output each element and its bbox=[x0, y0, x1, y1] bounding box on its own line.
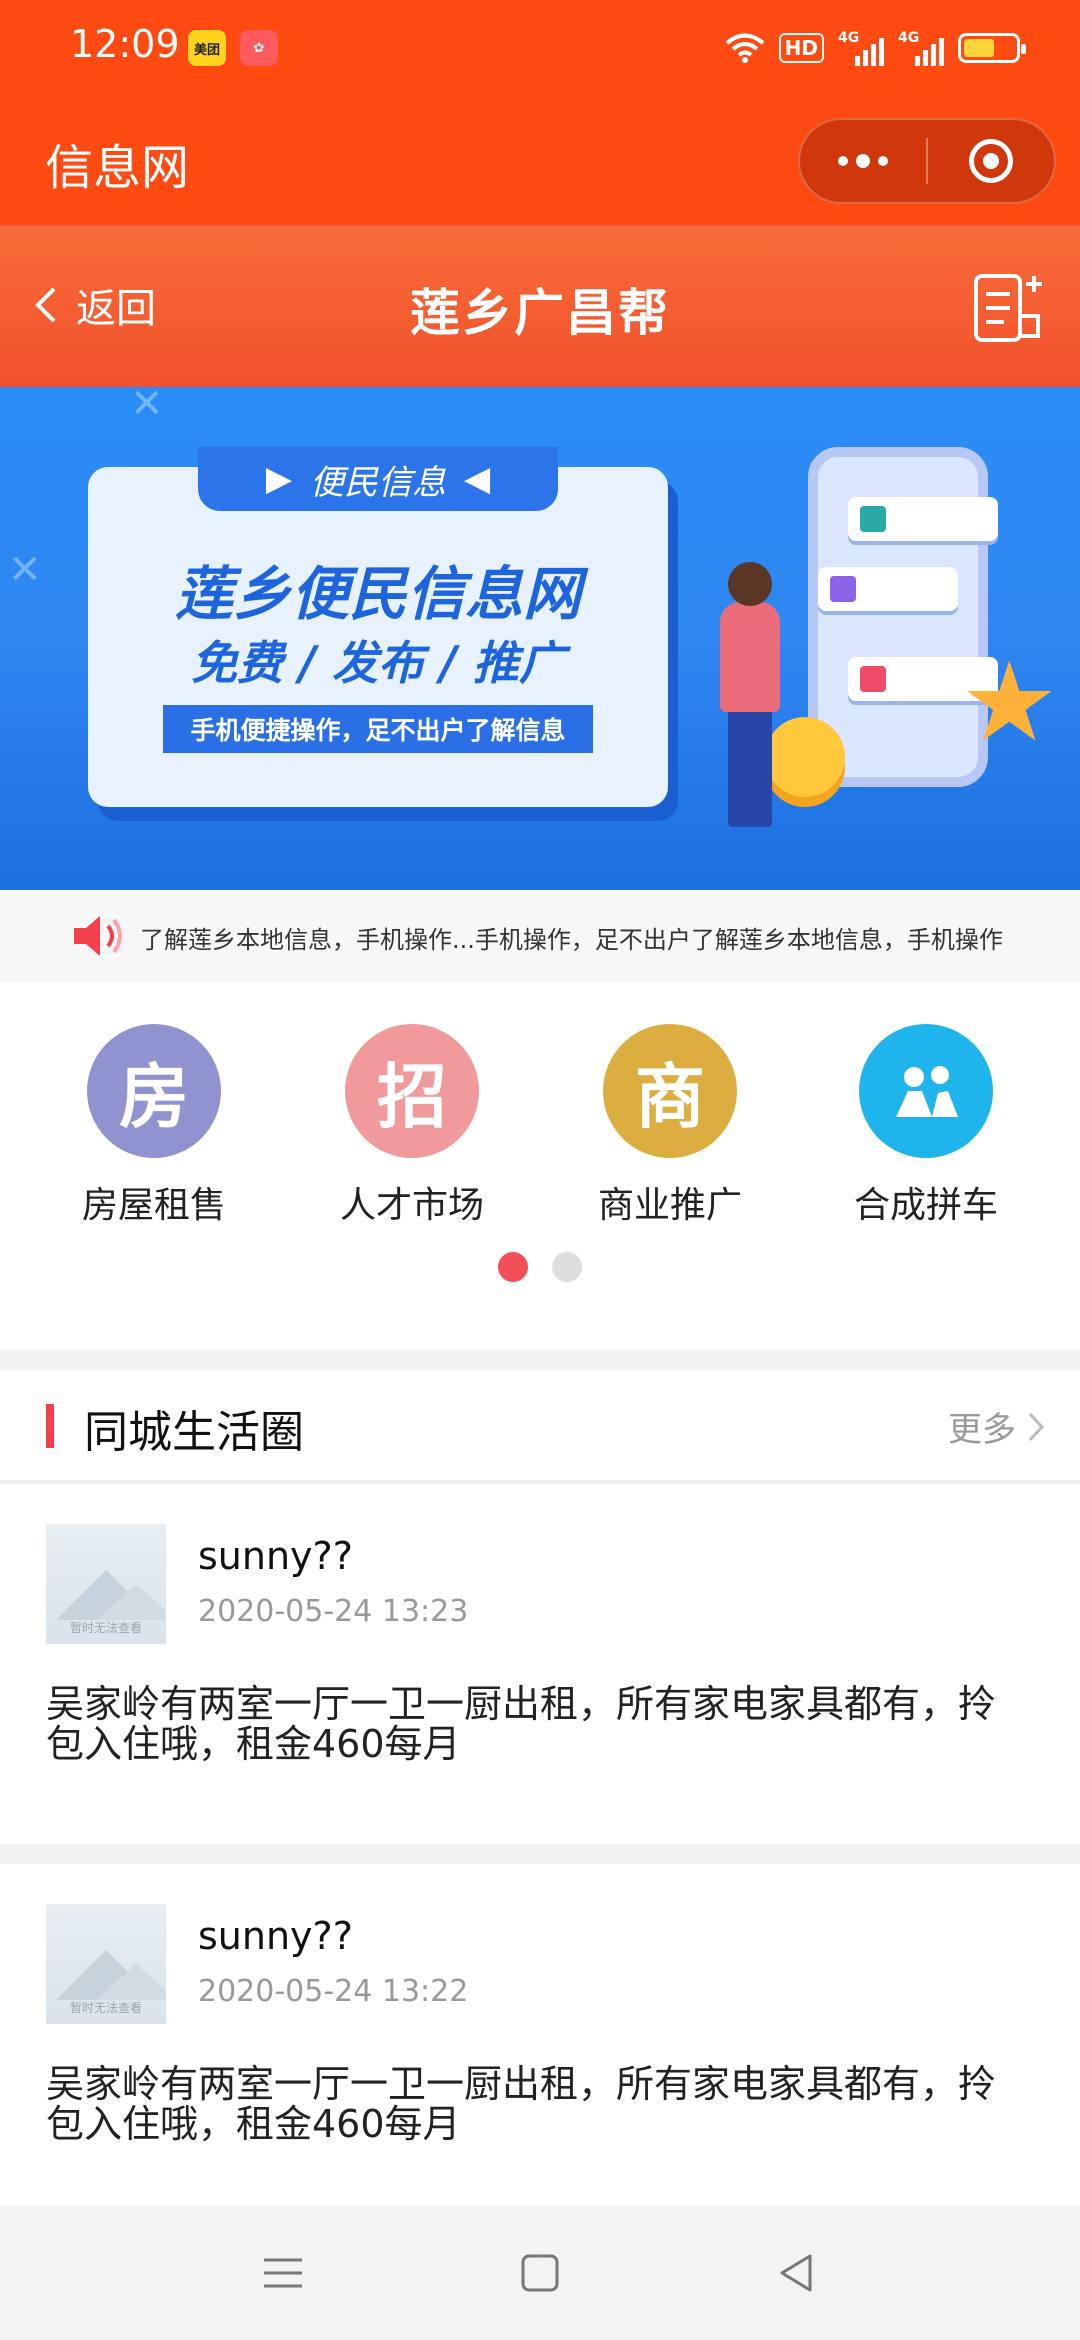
page-dot-active[interactable] bbox=[498, 1252, 528, 1282]
play-left-icon: ◀ bbox=[464, 459, 491, 499]
business-icon: 商 bbox=[603, 1024, 737, 1158]
category-carpool[interactable]: 合成拼车 bbox=[836, 1024, 1016, 1228]
banner[interactable]: ✕ ✕ ▶ 便民信息 ◀ 莲乡便民信息网 免费 / 发布 / 推广 手机便捷操作… bbox=[0, 387, 1080, 890]
post-username: sunny?? bbox=[198, 1534, 353, 1578]
target-icon bbox=[968, 139, 1013, 183]
post-content: 吴家岭有两室一厅一卫一厨出租，所有家电家具都有，拎包入住哦，租金460每月 bbox=[46, 2062, 997, 2146]
category-label: 房屋租售 bbox=[81, 1185, 226, 1226]
recruit-icon: 招 bbox=[345, 1024, 479, 1158]
category-label: 商业推广 bbox=[597, 1185, 742, 1226]
carpool-icon bbox=[859, 1024, 993, 1158]
post-card[interactable]: 暂时无法查看 sunny?? 2020-05-24 13:23 吴家岭有两室一厅… bbox=[0, 1484, 1080, 1844]
page-title: 莲乡广昌帮 bbox=[410, 284, 670, 342]
post-time: 2020-05-24 13:23 bbox=[198, 1594, 469, 1629]
banner-tag-label: 便民信息 bbox=[310, 462, 446, 503]
thumbnail-caption: 暂时无法查看 bbox=[69, 1621, 142, 1635]
banner-headline: 莲乡便民信息网 bbox=[174, 560, 581, 628]
post-card[interactable]: 暂时无法查看 sunny?? 2020-05-24 13:22 吴家岭有两室一厅… bbox=[0, 1864, 1080, 2206]
back-triangle-icon[interactable] bbox=[772, 2250, 822, 2296]
status-icons: HD 4G 4G bbox=[725, 26, 1026, 70]
hd-icon: HD bbox=[778, 33, 824, 63]
close-mini-program-button[interactable] bbox=[928, 120, 1054, 202]
section-header: 同城生活圈 更多 bbox=[0, 1370, 1080, 1482]
more-menu-button[interactable] bbox=[800, 120, 926, 202]
post-username: sunny?? bbox=[198, 1914, 353, 1958]
status-bar: 12:09 美团 ✿ HD 4G 4G bbox=[0, 0, 1080, 96]
notice-text: 了解莲乡本地信息，手机操作...手机操作，足不出户了解莲乡本地信息，手机操作 bbox=[140, 926, 1003, 954]
post-thumbnail: 暂时无法查看 bbox=[46, 1524, 166, 1644]
star-icon: ★ bbox=[960, 638, 1059, 766]
category-talent-market[interactable]: 招 人才市场 bbox=[322, 1024, 502, 1228]
sparkle-icon: ✕ bbox=[8, 547, 42, 593]
category-label: 人才市场 bbox=[339, 1185, 484, 1226]
notice-bar[interactable]: 了解莲乡本地信息，手机操作...手机操作，足不出户了解莲乡本地信息，手机操作 bbox=[0, 890, 1080, 982]
status-time: 12:09 bbox=[70, 22, 180, 66]
more-label: 更多 bbox=[948, 1410, 1016, 1450]
post-content: 吴家岭有两室一厅一卫一厨出租，所有家电家具都有，拎包入住哦，租金460每月 bbox=[46, 1682, 997, 1766]
mini-program-capsule bbox=[798, 118, 1056, 204]
category-house-rental[interactable]: 房 房屋租售 bbox=[64, 1024, 244, 1228]
chevron-right-icon bbox=[1028, 1412, 1045, 1441]
thumbnail-caption: 暂时无法查看 bbox=[69, 2001, 142, 2015]
people-icon bbox=[896, 1066, 958, 1117]
meituan-notification-icon: 美团 bbox=[188, 30, 226, 66]
more-link[interactable]: 更多 bbox=[948, 1402, 1046, 1451]
play-right-icon: ▶ bbox=[265, 459, 292, 499]
category-label: 合成拼车 bbox=[853, 1185, 998, 1226]
person-body bbox=[720, 602, 780, 712]
page: 12:09 美团 ✿ HD 4G 4G 信息网 返回 莲乡广昌帮 ✕ ✕ ▶ 便… bbox=[0, 0, 1080, 2340]
header-area: 12:09 美团 ✿ HD 4G 4G 信息网 bbox=[0, 0, 1080, 225]
page-dot[interactable] bbox=[552, 1252, 582, 1282]
banner-card: ▶ 便民信息 ◀ 莲乡便民信息网 免费 / 发布 / 推广 手机便捷操作，足不出… bbox=[88, 447, 668, 807]
speaker-icon bbox=[74, 916, 122, 956]
person-head bbox=[728, 562, 772, 606]
wifi-icon bbox=[725, 33, 764, 63]
section-title: 同城生活圈 bbox=[84, 1407, 304, 1458]
category-business-promotion[interactable]: 商 商业推广 bbox=[580, 1024, 760, 1228]
person-illustration bbox=[728, 707, 772, 827]
menu-icon[interactable] bbox=[258, 2250, 308, 2296]
app-notification-icon: ✿ bbox=[240, 30, 278, 66]
nav-bar: 返回 莲乡广昌帮 bbox=[0, 225, 1080, 387]
banner-subline: 免费 / 发布 / 推广 bbox=[191, 636, 565, 690]
category-grid: 房 房屋租售 招 人才市场 商 商业推广 合成拼车 bbox=[0, 982, 1080, 1350]
battery-icon bbox=[958, 33, 1026, 63]
post-time: 2020-05-24 13:22 bbox=[198, 1974, 469, 2009]
signal-icon: 4G bbox=[838, 30, 884, 66]
mini-program-title: 信息网 bbox=[45, 140, 190, 196]
signal-icon-2: 4G bbox=[898, 30, 944, 66]
banner-tag: ▶ 便民信息 ◀ bbox=[198, 447, 558, 511]
house-icon: 房 bbox=[87, 1024, 221, 1158]
section-accent-bar bbox=[46, 1404, 54, 1448]
system-nav-bar bbox=[0, 2206, 1080, 2340]
publish-list-icon[interactable] bbox=[972, 270, 1048, 346]
sparkle-icon: ✕ bbox=[130, 387, 164, 427]
home-icon[interactable] bbox=[515, 2250, 565, 2296]
post-thumbnail: 暂时无法查看 bbox=[46, 1904, 166, 2024]
banner-strip: 手机便捷操作，足不出户了解信息 bbox=[163, 705, 593, 753]
page-indicator bbox=[0, 1252, 1080, 1282]
coins-illustration bbox=[765, 717, 845, 797]
